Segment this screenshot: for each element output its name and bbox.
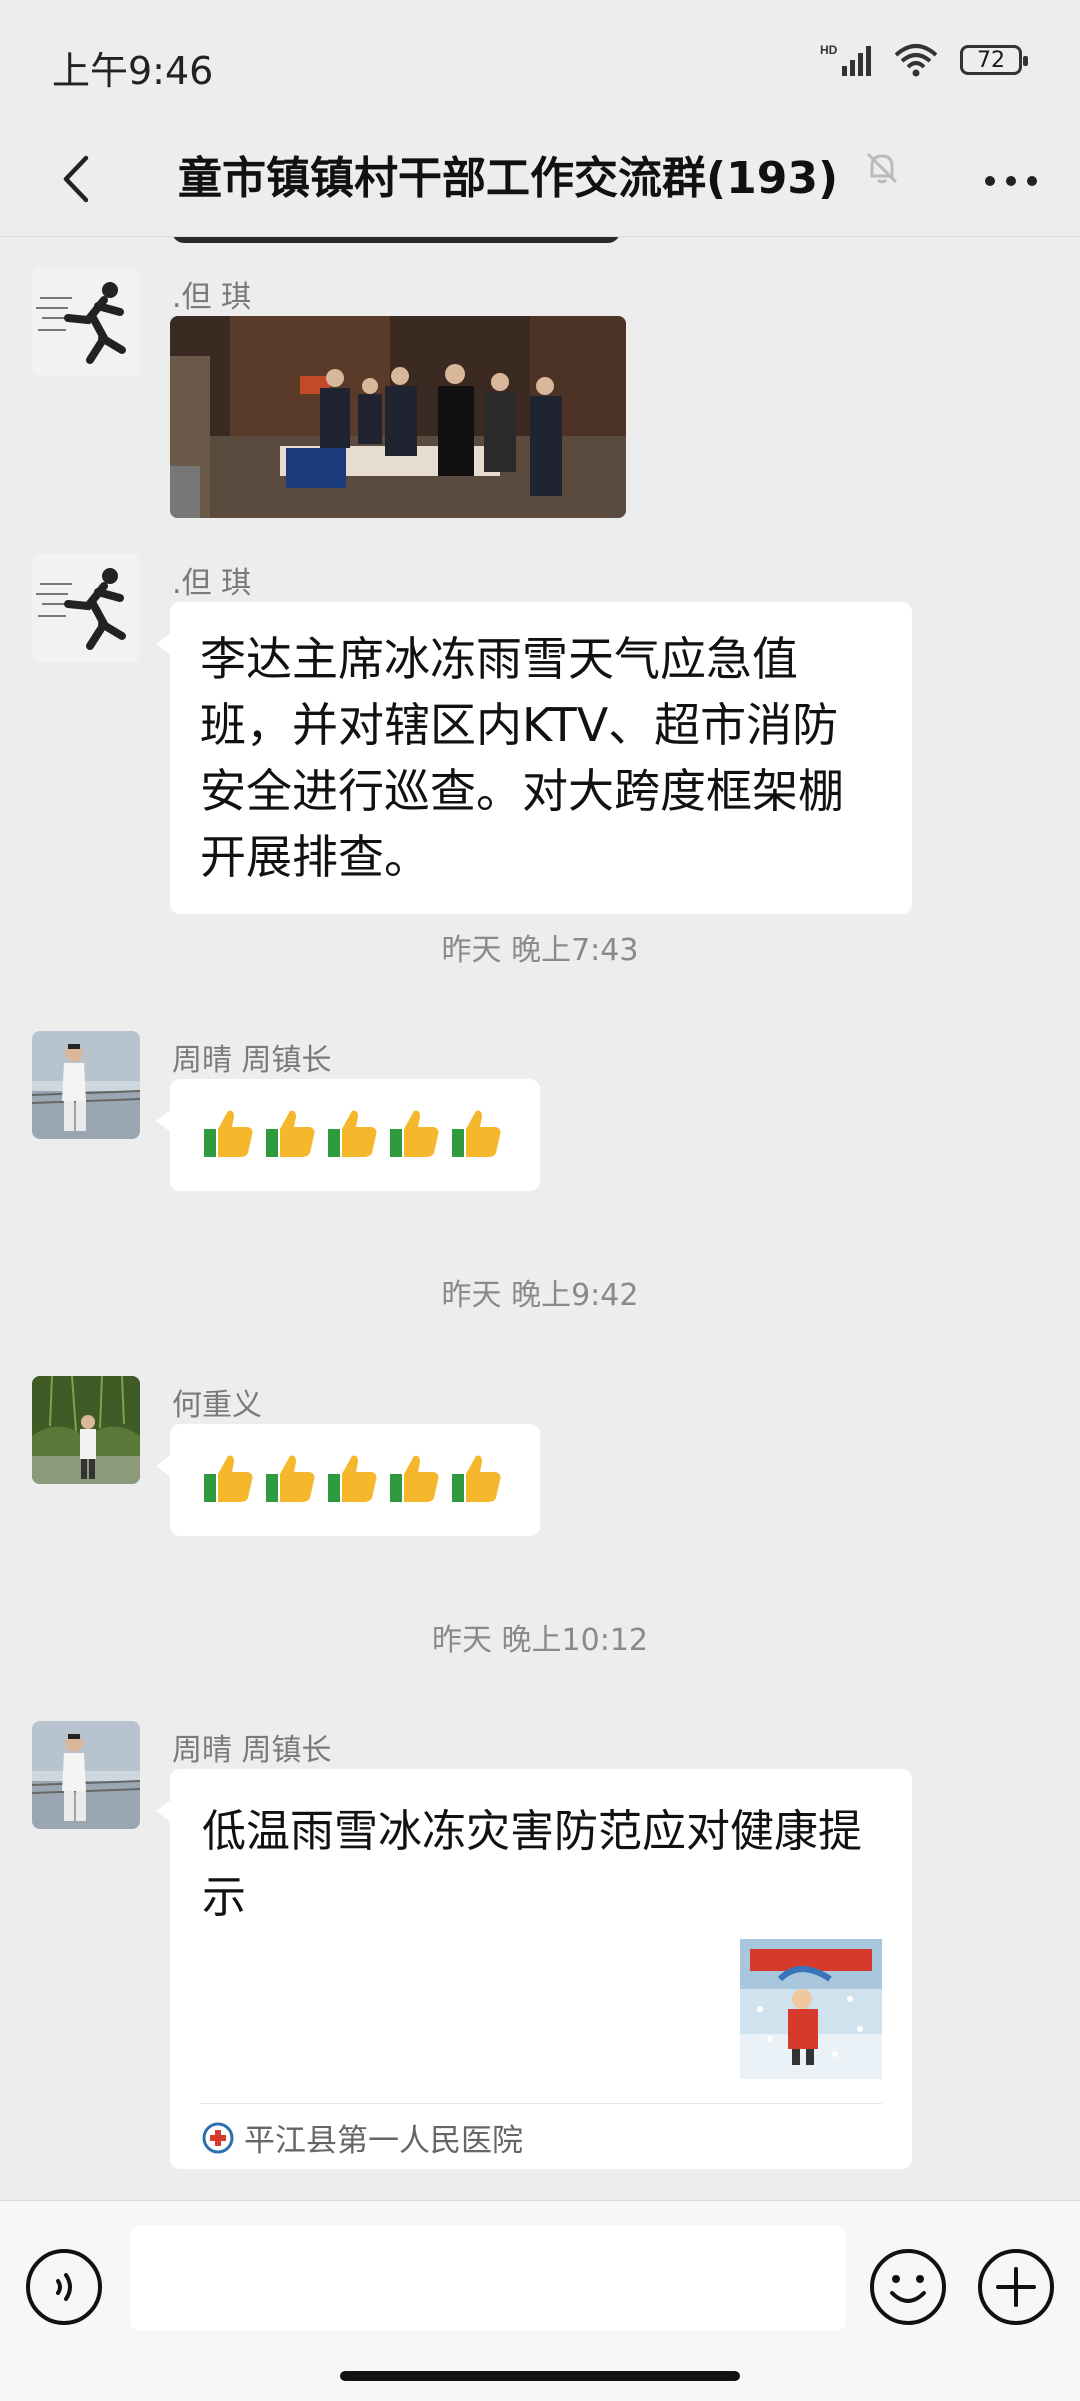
avatar[interactable] bbox=[32, 1376, 140, 1484]
sender-name: .但 琪 bbox=[172, 566, 252, 601]
thumbs-up-icon bbox=[328, 1455, 377, 1502]
message-bubble[interactable]: 李达主席冰冻雨雪天气应急值班，并对辖区内KTV、超市消防安全进行巡查。对大跨度框… bbox=[156, 602, 912, 914]
more-functions-button[interactable] bbox=[976, 2247, 1056, 2327]
back-button[interactable] bbox=[40, 144, 110, 214]
chat-title: 童市镇镇村干部工作交流群(193) bbox=[178, 153, 839, 204]
thumbs-up-icon bbox=[452, 1455, 501, 1502]
thumbs-up-row bbox=[170, 1079, 540, 1187]
message-text-content: 李达主席冰冻雨雪天气应急值班，并对辖区内KTV、超市消防安全进行巡查。对大跨度框… bbox=[200, 632, 844, 884]
timestamp: 昨天 晚上7:43 bbox=[441, 933, 639, 968]
sender-name: 周晴 周镇长 bbox=[172, 1043, 332, 1078]
thumbs-up-row bbox=[170, 1424, 540, 1532]
status-icons: HD 72 bbox=[820, 42, 1028, 78]
thumbs-up-icon bbox=[266, 1110, 315, 1157]
chat-messages[interactable]: .但 琪 .但 琪 李达主席冰冻雨雪天气应急值班，并对辖区内KTV、超市消防安全… bbox=[0, 237, 1080, 2200]
running-man-avatar-icon bbox=[32, 554, 140, 662]
thumbs-up-icon bbox=[390, 1110, 439, 1157]
avatar[interactable] bbox=[32, 1031, 140, 1139]
thumbs-up-icon bbox=[204, 1110, 253, 1157]
wifi-icon bbox=[894, 44, 938, 77]
message-bubble[interactable] bbox=[156, 1079, 540, 1191]
plus-icon bbox=[978, 2249, 1054, 2325]
status-bar: 上午9:46 HD 72 bbox=[0, 0, 1080, 120]
nav-bar: 童市镇镇村干部工作交流群(193) bbox=[0, 120, 1080, 237]
avatar[interactable] bbox=[32, 1721, 140, 1829]
status-time: 上午9:46 bbox=[52, 49, 214, 93]
more-options-button[interactable] bbox=[976, 146, 1046, 216]
timestamp: 昨天 晚上9:42 bbox=[441, 1278, 639, 1313]
man-with-willow-avatar-icon bbox=[32, 1376, 140, 1484]
emoji-button[interactable] bbox=[868, 2247, 948, 2327]
message-input[interactable] bbox=[130, 2225, 846, 2331]
link-title: 低温雨雪冰冻灾害防范应对健康提示 bbox=[202, 1806, 862, 1923]
hospital-logo-icon bbox=[202, 2122, 234, 2153]
thumbs-up-icon bbox=[204, 1455, 253, 1502]
signal-icon: HD bbox=[820, 43, 871, 76]
thumbs-up-icon bbox=[390, 1455, 439, 1502]
avatar[interactable] bbox=[32, 554, 140, 662]
snow-illustration-thumbnail bbox=[740, 1939, 882, 2079]
thumbs-up-icon bbox=[452, 1110, 501, 1157]
message-bubble[interactable] bbox=[156, 1424, 540, 1536]
sender-name: 何重义 bbox=[172, 1388, 262, 1423]
man-in-uniform-avatar-icon bbox=[32, 1031, 140, 1139]
mute-bell-icon bbox=[866, 152, 898, 184]
chevron-left-icon bbox=[63, 155, 89, 203]
previous-image-edge[interactable] bbox=[172, 237, 620, 243]
link-card[interactable]: 低温雨雪冰冻灾害防范应对健康提示 平江县第一人民医院 bbox=[156, 1769, 912, 2169]
link-divider bbox=[200, 2103, 882, 2104]
link-thumbnail bbox=[740, 1939, 882, 2079]
more-dots-icon bbox=[985, 176, 1037, 186]
link-source: 平江县第一人民医院 bbox=[202, 2115, 523, 2160]
voice-input-button[interactable] bbox=[24, 2247, 104, 2327]
svg-text:HD: HD bbox=[820, 43, 838, 57]
home-indicator[interactable] bbox=[340, 2371, 740, 2381]
input-bar bbox=[0, 2200, 1080, 2401]
avatar[interactable] bbox=[32, 268, 140, 376]
link-source-name: 平江县第一人民医院 bbox=[244, 2123, 523, 2159]
sender-name: 周晴 周镇长 bbox=[172, 1733, 332, 1768]
man-in-uniform-avatar-icon bbox=[32, 1721, 140, 1829]
message-photo[interactable] bbox=[170, 316, 626, 518]
running-man-avatar-icon bbox=[32, 268, 140, 376]
photo-officials-inspection bbox=[170, 316, 626, 518]
sender-name: .但 琪 bbox=[172, 280, 252, 315]
voice-icon bbox=[26, 2249, 102, 2325]
smiley-icon bbox=[870, 2249, 946, 2325]
timestamp: 昨天 晚上10:12 bbox=[432, 1623, 648, 1658]
thumbs-up-icon bbox=[266, 1455, 315, 1502]
thumbs-up-icon bbox=[328, 1110, 377, 1157]
battery-icon: 72 bbox=[960, 45, 1028, 75]
